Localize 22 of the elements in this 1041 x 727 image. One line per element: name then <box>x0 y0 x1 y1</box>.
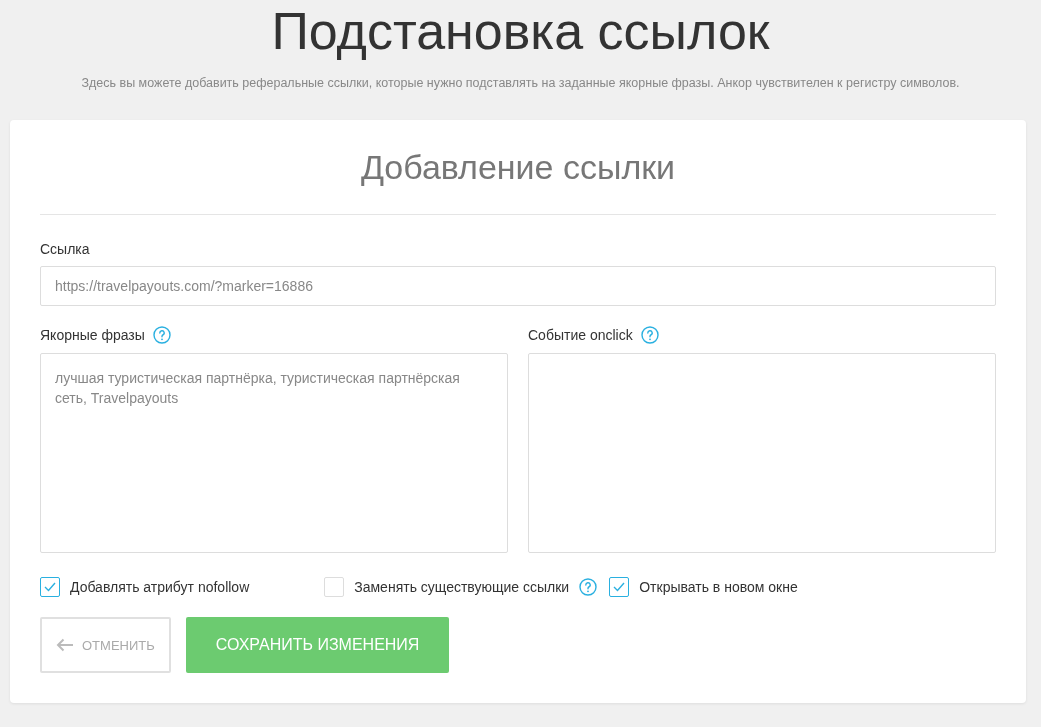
help-icon[interactable] <box>640 326 659 344</box>
text-area-field[interactable] <box>528 353 996 553</box>
check-icon <box>44 582 56 592</box>
checkbox-label: Заменять существующие ссылки <box>354 579 570 595</box>
link-input-field[interactable]: https://travelpayouts.com/?marker=16886 <box>40 266 996 306</box>
help-icon[interactable] <box>152 326 171 344</box>
page-title: Подстановка ссылок <box>271 1 770 62</box>
text-area-field[interactable]: лучшая туристическая партнёрка, туристическая партнёрская сеть, Travelpayouts <box>40 353 508 553</box>
field-label: Якорные фразы <box>40 327 145 343</box>
page-description: Здесь вы можете добавить реферальные ссылки, которые нужно подставлять на заданные якорные фразы. Анкор чувствителен к регистру символов. <box>80 75 961 92</box>
checkbox-label: Открывать в новом окне <box>639 579 798 595</box>
field-label: Событие onclick <box>528 327 633 343</box>
arrow-left-icon <box>56 638 74 652</box>
help-icon[interactable] <box>579 578 598 596</box>
checkbox-label: Добавлять атрибут nofollow <box>70 579 250 595</box>
field-label: Ссылка <box>40 241 90 257</box>
check-icon <box>613 582 626 592</box>
checkbox[interactable] <box>40 577 60 597</box>
form-title: Добавление ссылки <box>359 147 677 188</box>
cancel-button[interactable]: ОТМЕНИТЬ <box>40 617 171 673</box>
checkbox[interactable] <box>609 577 630 597</box>
save-button[interactable]: СОХРАНИТЬ ИЗМЕНЕНИЯ <box>185 617 450 673</box>
